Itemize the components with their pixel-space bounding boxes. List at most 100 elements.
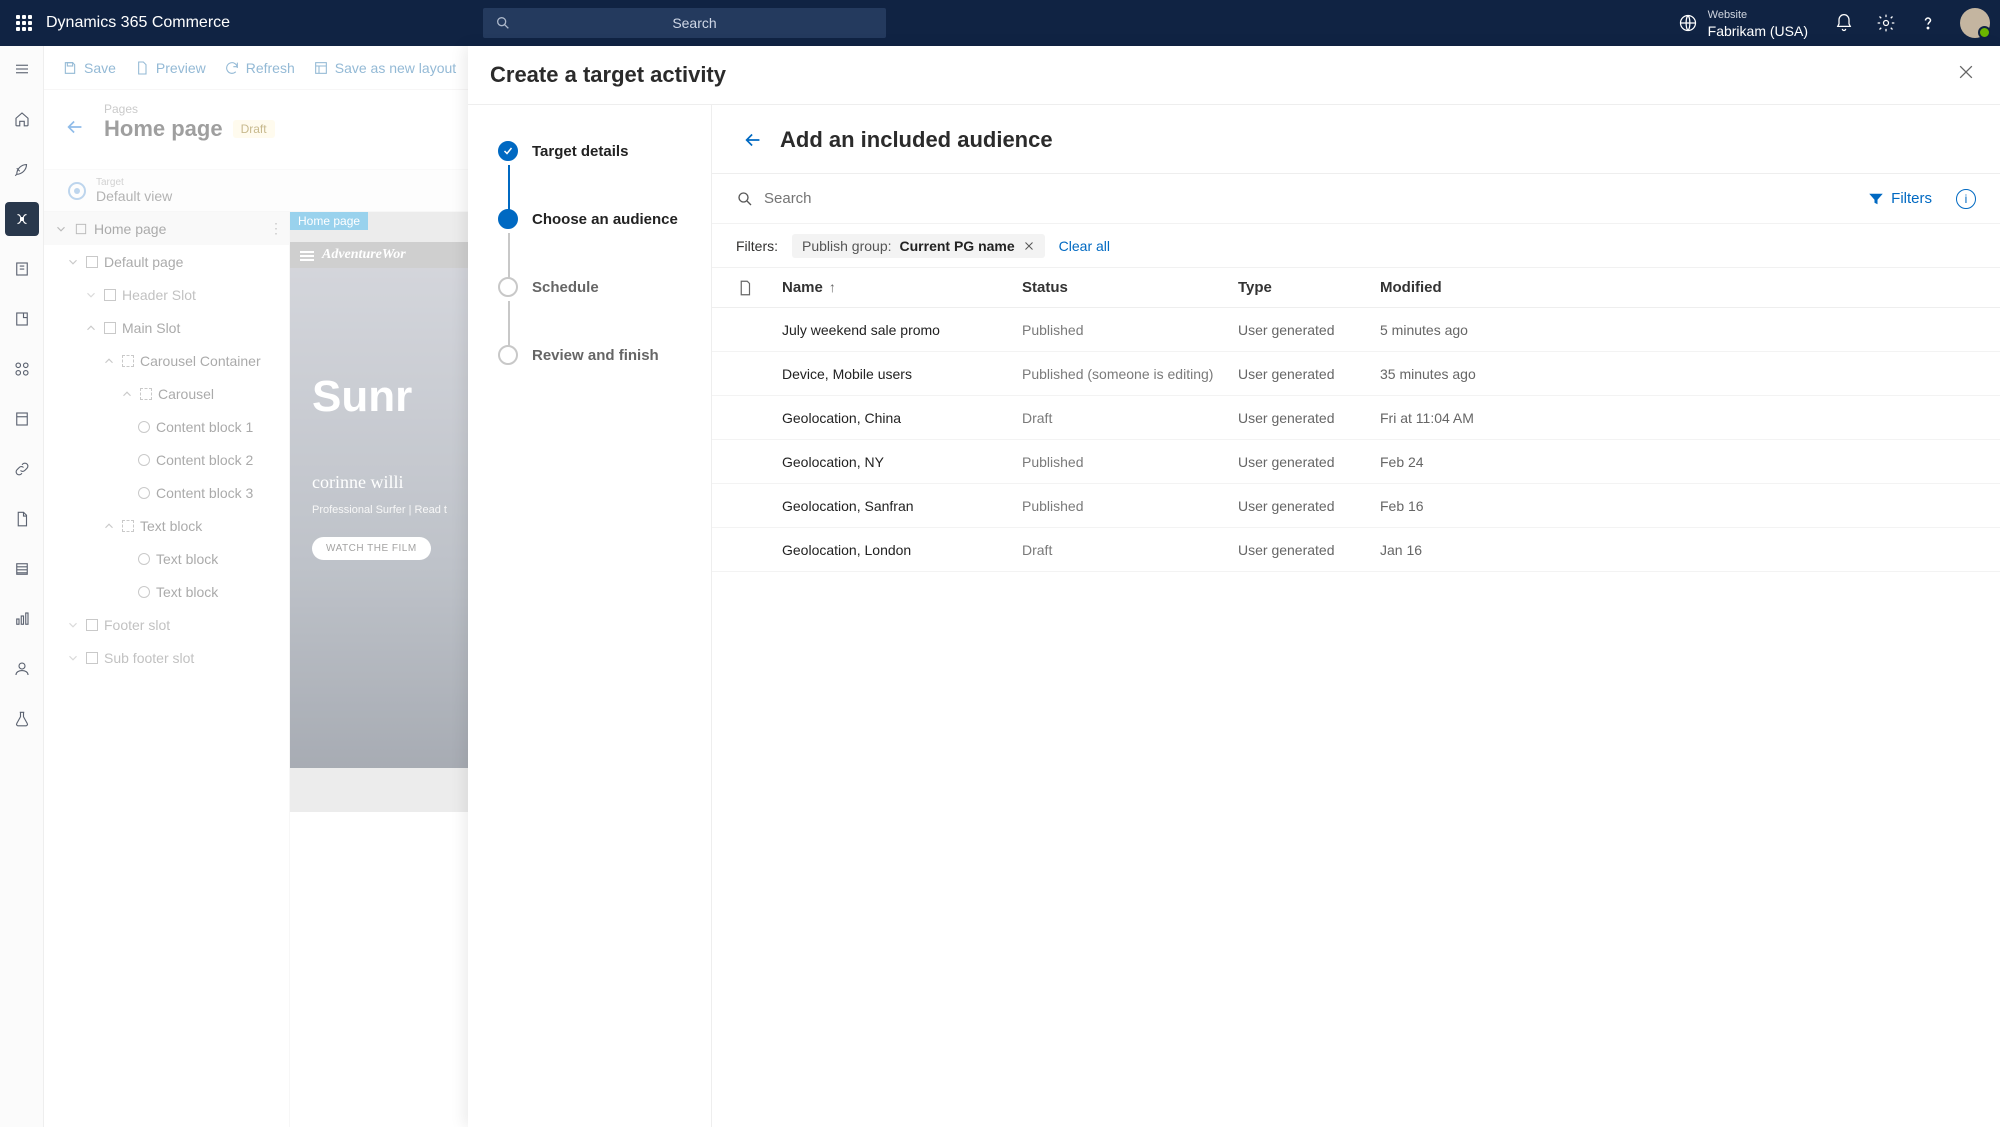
tree-carousel[interactable]: Carousel	[44, 377, 289, 410]
rail-home-button[interactable]	[5, 102, 39, 136]
cell-status: Published	[1022, 454, 1238, 470]
rail-users-button[interactable]	[5, 652, 39, 686]
status-badge: Draft	[233, 120, 275, 138]
app-title: Dynamics 365 Commerce	[46, 14, 230, 32]
user-avatar[interactable]	[1960, 8, 1990, 38]
tree-content-block-2[interactable]: Content block 2	[44, 443, 289, 476]
funnel-icon	[1867, 190, 1885, 208]
cell-modified: 5 minutes ago	[1380, 322, 1530, 338]
tree-carousel-container[interactable]: Carousel Container	[44, 344, 289, 377]
column-header-modified[interactable]: Modified	[1380, 279, 1530, 296]
global-search[interactable]: Search	[483, 8, 886, 38]
gear-icon	[1876, 13, 1896, 33]
refresh-button[interactable]: Refresh	[224, 60, 295, 76]
cell-type: User generated	[1238, 322, 1380, 338]
info-button[interactable]: i	[1956, 189, 1976, 209]
waffle-button[interactable]	[10, 9, 38, 37]
table-row[interactable]: Geolocation, Sanfran Published User gene…	[712, 484, 2000, 528]
step-review-finish[interactable]: Review and finish	[468, 345, 711, 413]
table-row[interactable]: Geolocation, London Draft User generated…	[712, 528, 2000, 572]
website-selector[interactable]: Website Fabrikam (USA)	[1678, 7, 1808, 39]
cell-modified: Feb 16	[1380, 498, 1530, 514]
audience-search-input[interactable]	[764, 190, 964, 207]
tree-footer-slot[interactable]: Footer slot	[44, 608, 289, 641]
rail-menu-button[interactable]	[5, 52, 39, 86]
rail-experiments-button[interactable]	[5, 702, 39, 736]
rail-launch-button[interactable]	[5, 152, 39, 186]
audience-back-button[interactable]	[742, 129, 764, 151]
tree-text-block[interactable]: Text block	[44, 509, 289, 542]
cell-modified: Fri at 11:04 AM	[1380, 410, 1530, 426]
audience-table-header: Name↑ Status Type Modified	[712, 268, 2000, 308]
back-button[interactable]	[64, 116, 90, 142]
rail-templates-button[interactable]	[5, 402, 39, 436]
cell-name: Geolocation, Sanfran	[782, 498, 1022, 514]
preview-label: Preview	[156, 60, 206, 76]
more-icon[interactable]: ⋮	[269, 220, 283, 237]
tree-main-slot[interactable]: Main Slot	[44, 311, 289, 344]
cell-status: Draft	[1022, 542, 1238, 558]
step-choose-audience[interactable]: Choose an audience	[468, 209, 711, 277]
save-button[interactable]: Save	[62, 60, 116, 76]
column-header-name[interactable]: Name↑	[782, 279, 1022, 296]
tree-default-page[interactable]: Default page	[44, 245, 289, 278]
rail-pages-button[interactable]	[5, 252, 39, 286]
check-icon	[502, 145, 514, 157]
tree-sub-footer-slot[interactable]: Sub footer slot	[44, 641, 289, 674]
table-row[interactable]: Geolocation, NY Published User generated…	[712, 440, 2000, 484]
help-icon	[1918, 13, 1938, 33]
rail-modules-button[interactable]	[5, 352, 39, 386]
tree-content-block-3[interactable]: Content block 3	[44, 476, 289, 509]
tree-header-slot[interactable]: Header Slot	[44, 278, 289, 311]
rail-file-button[interactable]	[5, 502, 39, 536]
arrow-left-icon	[64, 116, 86, 138]
bell-icon	[1834, 13, 1854, 33]
step-schedule[interactable]: Schedule	[468, 277, 711, 345]
outline-tree: Home page⋮ Default page Header Slot Main…	[44, 212, 290, 1127]
arrow-left-icon	[742, 129, 764, 151]
cell-status: Published	[1022, 322, 1238, 338]
help-button[interactable]	[1918, 13, 1938, 33]
close-icon	[1956, 62, 1976, 82]
rail-links-button[interactable]	[5, 452, 39, 486]
app-header: Dynamics 365 Commerce Search Website Fab…	[0, 0, 2000, 46]
tree-content-block-1[interactable]: Content block 1	[44, 410, 289, 443]
tree-text-block-2[interactable]: Text block	[44, 575, 289, 608]
cell-status: Draft	[1022, 410, 1238, 426]
cell-modified: Jan 16	[1380, 542, 1530, 558]
table-row[interactable]: July weekend sale promo Published User g…	[712, 308, 2000, 352]
rail-analytics-button[interactable]	[5, 602, 39, 636]
sort-asc-icon: ↑	[829, 279, 836, 295]
globe-icon	[1678, 13, 1698, 33]
table-row[interactable]: Geolocation, China Draft User generated …	[712, 396, 2000, 440]
rail-targeting-button[interactable]	[5, 202, 39, 236]
save-as-layout-button[interactable]: Save as new layout	[313, 60, 456, 76]
breadcrumb[interactable]: Pages	[104, 102, 275, 116]
notifications-button[interactable]	[1834, 13, 1854, 33]
rail-fragments-button[interactable]	[5, 302, 39, 336]
filters-button[interactable]: Filters	[1867, 190, 1932, 208]
chip-remove-button[interactable]	[1023, 240, 1035, 252]
column-header-status[interactable]: Status	[1022, 279, 1238, 296]
tree-text-block-1[interactable]: Text block	[44, 542, 289, 575]
target-value: Default view	[96, 188, 172, 204]
column-icon	[736, 279, 782, 297]
cell-name: July weekend sale promo	[782, 322, 1022, 338]
preview-button[interactable]: Preview	[134, 60, 206, 76]
watch-film-button: WATCH THE FILM	[312, 537, 431, 560]
step-target-details[interactable]: Target details	[468, 141, 711, 209]
waffle-icon	[16, 15, 32, 31]
settings-button[interactable]	[1876, 13, 1896, 33]
website-label: Website	[1708, 7, 1808, 23]
rail-library-button[interactable]	[5, 552, 39, 586]
document-icon	[736, 279, 754, 297]
table-row[interactable]: Device, Mobile users Published (someone …	[712, 352, 2000, 396]
save-as-layout-label: Save as new layout	[335, 60, 456, 76]
target-icon	[68, 182, 86, 200]
clear-all-filters[interactable]: Clear all	[1059, 238, 1110, 254]
page-title: Home page	[104, 116, 223, 142]
column-header-type[interactable]: Type	[1238, 279, 1380, 296]
close-button[interactable]	[1956, 62, 1982, 88]
tree-home-page[interactable]: Home page⋮	[44, 212, 289, 245]
wizard-stepper: Target details Choose an audience Schedu…	[468, 105, 712, 1127]
